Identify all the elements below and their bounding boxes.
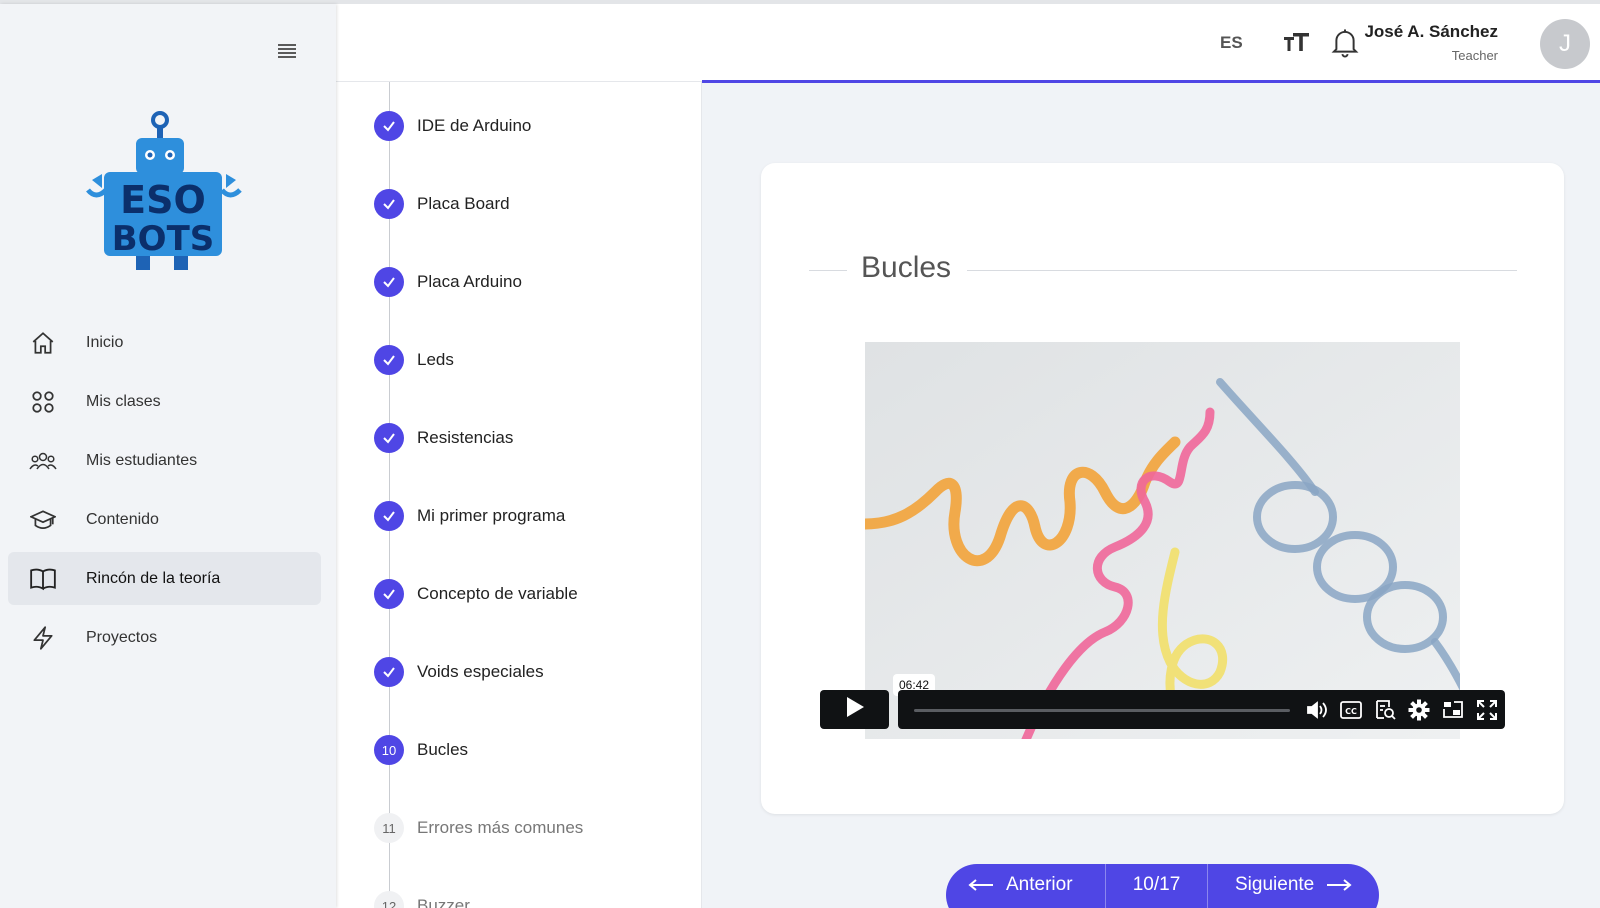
title-divider-left <box>809 270 847 271</box>
step-label: Resistencias <box>417 428 514 447</box>
step-label: Errores más comunes <box>417 818 584 837</box>
sidebar: ESO BOTS Inicio Mis clases Mis estudiant… <box>0 4 336 908</box>
step-item[interactable]: 11 Errores más comunes <box>374 812 583 844</box>
step-label: Placa Board <box>417 194 510 213</box>
video-player[interactable] <box>865 342 1460 739</box>
step-label: Mi primer programa <box>417 506 566 525</box>
step-item[interactable]: Mi primer programa <box>374 500 565 532</box>
step-item[interactable]: Placa Arduino <box>374 266 522 298</box>
check-icon <box>374 189 404 219</box>
check-icon <box>374 657 404 687</box>
svg-text:ESO: ESO <box>120 178 206 222</box>
notifications-bell-icon[interactable] <box>1330 27 1360 59</box>
previous-button[interactable]: Anterior <box>946 864 1106 908</box>
users-icon <box>28 446 58 476</box>
step-label: Buzzer <box>417 896 470 908</box>
previous-label: Anterior <box>1006 874 1073 895</box>
step-label: IDE de Arduino <box>417 116 532 135</box>
video-controls-bar: CC <box>898 690 1505 729</box>
hamburger-menu-icon[interactable] <box>272 36 302 66</box>
nav-item-label: Proyectos <box>86 628 158 646</box>
bolt-icon <box>28 623 58 653</box>
step-item[interactable]: Leds <box>374 344 454 376</box>
nav-item-label: Inicio <box>86 333 124 351</box>
step-item[interactable]: Voids especiales <box>374 656 544 688</box>
header-accent-line <box>702 80 1600 83</box>
check-icon <box>374 345 404 375</box>
language-selector[interactable]: ES <box>1220 33 1243 53</box>
nav-item-proyectos[interactable]: Proyectos <box>8 611 321 664</box>
next-button[interactable]: Siguiente <box>1208 864 1379 908</box>
step-label: Bucles <box>417 740 469 759</box>
avatar[interactable]: J <box>1540 19 1590 69</box>
title-divider-right <box>967 270 1517 271</box>
user-name: José A. Sánchez <box>1364 22 1498 41</box>
lesson-title: Bucles <box>861 251 952 284</box>
play-button[interactable] <box>820 690 889 729</box>
lesson-steps-list: IDE de Arduino Placa Board Placa Arduino… <box>336 82 702 908</box>
nav-item-rincon-de-la-teoria[interactable]: Rincón de la teoría <box>8 552 321 605</box>
nav-item-contenido[interactable]: Contenido <box>8 493 321 546</box>
step-item[interactable]: Concepto de variable <box>374 578 578 610</box>
svg-text:CC: CC <box>1345 707 1357 716</box>
lesson-pagination: Anterior 10/17 Siguiente <box>946 864 1379 908</box>
fullscreen-icon[interactable] <box>1475 698 1499 722</box>
video-thumbnail <box>865 342 1460 739</box>
nav-item-mis-clases[interactable]: Mis clases <box>8 375 321 428</box>
nav-item-label: Contenido <box>86 510 159 528</box>
step-label: Leds <box>417 350 454 369</box>
nav-item-mis-estudiantes[interactable]: Mis estudiantes <box>8 434 321 487</box>
step-label: Concepto de variable <box>417 584 578 603</box>
transcript-search-icon[interactable] <box>1373 698 1397 722</box>
video-progress-bar[interactable] <box>914 709 1290 712</box>
step-number: 10 <box>374 735 404 765</box>
arrow-left-icon <box>968 879 993 891</box>
grid-icon <box>28 387 58 417</box>
picture-in-picture-icon[interactable] <box>1441 698 1465 722</box>
arrow-right-icon <box>1327 879 1352 891</box>
main-navigation: Inicio Mis clases Mis estudiantes Conten… <box>8 316 321 670</box>
top-header: ES José A. Sánchez Teacher J <box>336 4 1600 82</box>
check-icon <box>374 579 404 609</box>
nav-item-inicio[interactable]: Inicio <box>8 316 321 369</box>
step-item[interactable]: IDE de Arduino <box>374 110 531 142</box>
esobots-logo: ESO BOTS <box>86 110 242 276</box>
check-icon <box>374 111 404 141</box>
text-size-icon[interactable] <box>1282 28 1312 58</box>
check-icon <box>374 423 404 453</box>
step-number: 12 <box>374 891 404 908</box>
volume-icon[interactable] <box>1305 698 1329 722</box>
step-item[interactable]: 12 Buzzer <box>374 890 470 908</box>
step-number: 11 <box>374 813 404 843</box>
play-icon <box>845 696 865 723</box>
nav-item-label: Mis clases <box>86 392 161 410</box>
page-counter: 10/17 <box>1106 864 1208 908</box>
closed-captions-icon[interactable]: CC <box>1339 698 1363 722</box>
check-icon <box>374 501 404 531</box>
step-item[interactable]: Placa Board <box>374 188 510 220</box>
book-icon <box>28 564 58 594</box>
settings-gear-icon[interactable] <box>1407 698 1431 722</box>
step-label: Placa Arduino <box>417 272 522 291</box>
home-icon <box>28 328 58 358</box>
user-role: Teacher <box>1451 48 1498 63</box>
nav-item-label: Rincón de la teoría <box>86 569 221 587</box>
user-info[interactable]: José A. Sánchez Teacher <box>1364 22 1498 63</box>
graduation-cap-icon <box>28 505 58 535</box>
lesson-title-row: Bucles <box>809 251 1517 291</box>
svg-text:BOTS: BOTS <box>112 219 215 259</box>
nav-item-label: Mis estudiantes <box>86 451 198 469</box>
step-item[interactable]: Resistencias <box>374 422 513 454</box>
next-label: Siguiente <box>1235 874 1315 895</box>
step-label: Voids especiales <box>417 662 544 681</box>
step-item-current[interactable]: 10 Bucles <box>374 734 468 766</box>
check-icon <box>374 267 404 297</box>
